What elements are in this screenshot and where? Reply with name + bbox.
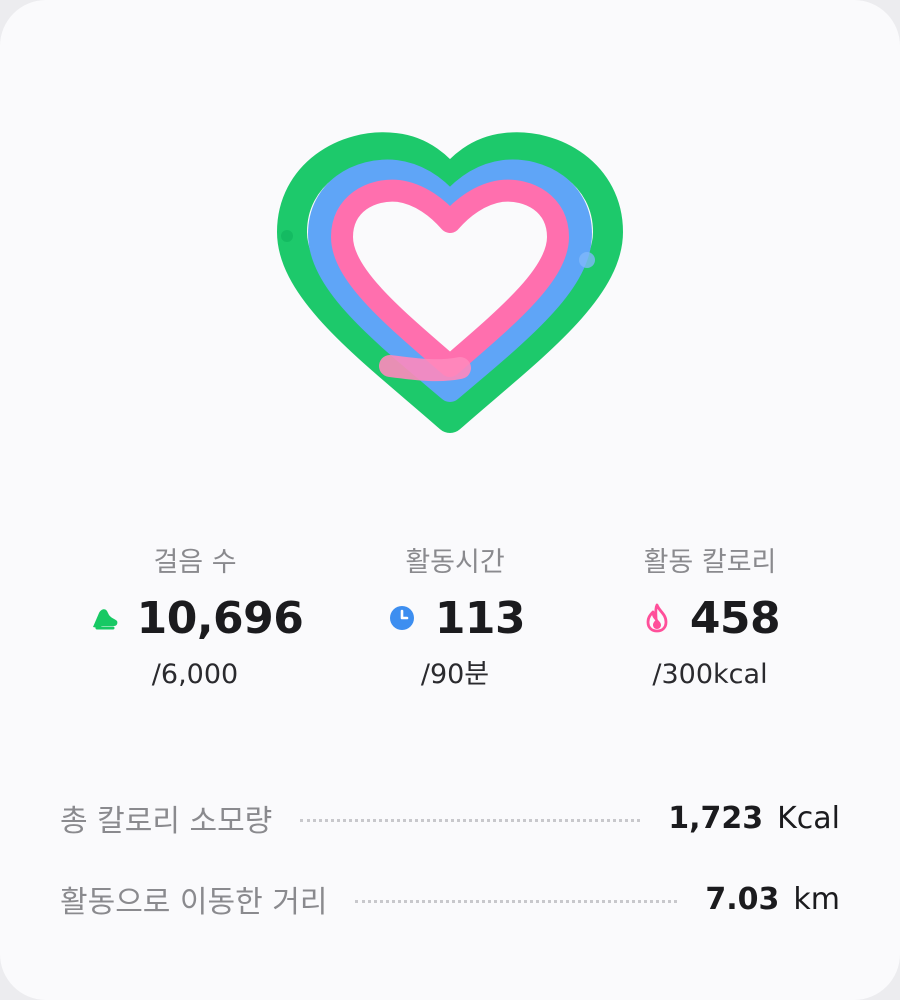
active-calories-stat[interactable]: 활동 칼로리 458 /300kcal — [560, 540, 860, 700]
steps-stat[interactable]: 걸음 수 10,696 /6,000 — [45, 540, 345, 700]
total-calories-label: 총 칼로리 소모량 — [60, 804, 273, 839]
dotted-leader — [355, 899, 678, 903]
steps-label: 걸음 수 — [153, 547, 237, 578]
distance-label: 활동으로 이동한 거리 — [60, 885, 328, 920]
total-calories-row: 총 칼로리 소모량 1,723 Kcal — [60, 793, 840, 843]
steps-goal: /6,000 — [151, 659, 239, 690]
distance-value: 7.03 — [705, 881, 780, 917]
active-calories-value: 458 — [689, 592, 781, 644]
clock-icon — [385, 601, 419, 635]
active-calories-goal: /300kcal — [652, 659, 768, 690]
distance-row: 활동으로 이동한 거리 7.03 km — [60, 874, 840, 924]
dotted-leader — [300, 818, 641, 822]
heart-rings-graphic — [277, 132, 623, 433]
activity-summary-card: 걸음 수 10,696 /6,000 활동시간 113 /90분 활동 칼로리 … — [0, 0, 900, 1000]
distance-unit: km — [793, 881, 840, 917]
total-calories-value: 1,723 — [668, 800, 764, 836]
active-calories-label: 활동 칼로리 — [643, 547, 777, 578]
active-time-value: 113 — [434, 592, 526, 644]
activity-rings-heart[interactable] — [250, 120, 650, 460]
shoe-icon — [87, 601, 121, 635]
total-calories-unit: Kcal — [777, 800, 840, 836]
flame-icon — [640, 601, 674, 635]
steps-value: 10,696 — [136, 592, 304, 644]
